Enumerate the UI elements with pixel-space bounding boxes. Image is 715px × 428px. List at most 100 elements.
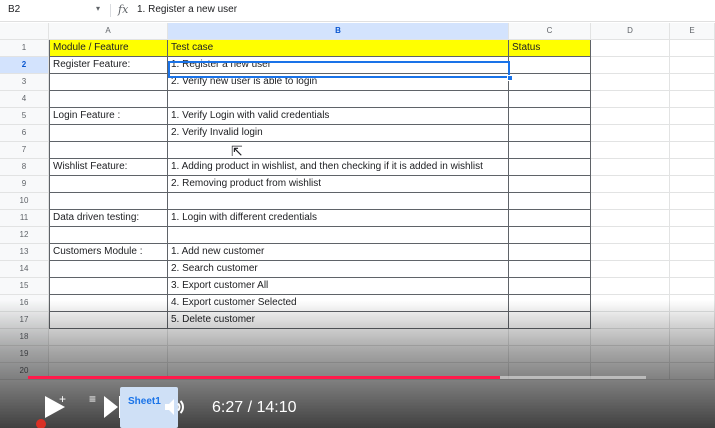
cell-d[interactable]	[591, 210, 670, 227]
cell-b[interactable]: 2. Removing product from wishlist	[168, 176, 509, 193]
cell-b[interactable]: 1. Add new customer	[168, 244, 509, 261]
cell-c[interactable]	[509, 261, 591, 278]
cell-a[interactable]	[49, 125, 168, 142]
cell-e[interactable]	[670, 193, 715, 210]
cell-b[interactable]: 3. Export customer All	[168, 278, 509, 295]
cell-a[interactable]	[49, 278, 168, 295]
cell-c[interactable]	[509, 210, 591, 227]
cell-c[interactable]	[509, 108, 591, 125]
cell-b[interactable]	[168, 193, 509, 210]
column-header-c[interactable]: C	[509, 23, 591, 40]
all-sheets-icon[interactable]: ≡	[89, 392, 96, 406]
cell-d[interactable]	[591, 278, 670, 295]
cell-e[interactable]	[670, 227, 715, 244]
column-header-a[interactable]: A	[49, 23, 168, 40]
cell-b[interactable]	[168, 227, 509, 244]
cell-c[interactable]: Status	[509, 40, 591, 57]
cell-d[interactable]	[591, 91, 670, 108]
cell-a[interactable]	[49, 91, 168, 108]
cell-e[interactable]	[670, 74, 715, 91]
column-header-b[interactable]: B	[168, 23, 509, 40]
row-number[interactable]: 4	[0, 91, 49, 108]
cell-a[interactable]: Customers Module :	[49, 244, 168, 261]
cell-c[interactable]	[509, 227, 591, 244]
cell-d[interactable]	[591, 142, 670, 159]
cell-c[interactable]	[509, 176, 591, 193]
cell-c[interactable]	[509, 74, 591, 91]
cell-e[interactable]	[670, 210, 715, 227]
cell-d[interactable]	[591, 57, 670, 74]
cell-b[interactable]: 1. Verify Login with valid credentials	[168, 108, 509, 125]
cell-b[interactable]: 1. Register a new user	[168, 57, 509, 74]
cell-b[interactable]: 2. Search customer	[168, 261, 509, 278]
cell-c[interactable]	[509, 57, 591, 74]
cell-c[interactable]	[509, 91, 591, 108]
cell-c[interactable]	[509, 244, 591, 261]
cell-e[interactable]	[670, 261, 715, 278]
cell-a[interactable]: Module / Feature	[49, 40, 168, 57]
cell-e[interactable]	[670, 176, 715, 193]
cell-d[interactable]	[591, 40, 670, 57]
cell-e[interactable]	[670, 142, 715, 159]
cell-d[interactable]	[591, 74, 670, 91]
cell-d[interactable]	[591, 125, 670, 142]
cell-e[interactable]	[670, 40, 715, 57]
cell-d[interactable]	[591, 227, 670, 244]
column-header-d[interactable]: D	[591, 23, 670, 40]
cell-c[interactable]	[509, 159, 591, 176]
cell-d[interactable]	[591, 108, 670, 125]
cell-a[interactable]	[49, 74, 168, 91]
cell-b[interactable]: 1. Login with different credentials	[168, 210, 509, 227]
row-number[interactable]: 11	[0, 210, 49, 227]
cell-b[interactable]	[168, 142, 509, 159]
cell-b[interactable]: 1. Adding product in wishlist, and then …	[168, 159, 509, 176]
row-number[interactable]: 13	[0, 244, 49, 261]
row-number[interactable]: 3	[0, 74, 49, 91]
row-number[interactable]: 15	[0, 278, 49, 295]
cell-c[interactable]	[509, 125, 591, 142]
cell-c[interactable]	[509, 193, 591, 210]
fill-handle[interactable]	[507, 75, 513, 81]
cell-c[interactable]	[509, 278, 591, 295]
cell-b[interactable]: Test case	[168, 40, 509, 57]
cell-e[interactable]	[670, 57, 715, 74]
cell-e[interactable]	[670, 91, 715, 108]
cell-b[interactable]: 2. Verify new user is able to login	[168, 74, 509, 91]
cell-e[interactable]	[670, 159, 715, 176]
cell-a[interactable]	[49, 176, 168, 193]
name-box-dropdown-icon[interactable]: ▾	[96, 4, 100, 13]
cell-e[interactable]	[670, 244, 715, 261]
row-number[interactable]: 6	[0, 125, 49, 142]
cell-b[interactable]	[168, 91, 509, 108]
volume-icon[interactable]	[162, 395, 186, 419]
row-number[interactable]: 10	[0, 193, 49, 210]
cell-a[interactable]: Data driven testing:	[49, 210, 168, 227]
cell-a[interactable]: Login Feature :	[49, 108, 168, 125]
cell-a[interactable]: Register Feature:	[49, 57, 168, 74]
cell-d[interactable]	[591, 193, 670, 210]
cell-d[interactable]	[591, 176, 670, 193]
row-number[interactable]: 12	[0, 227, 49, 244]
row-number[interactable]: 2	[0, 57, 49, 74]
row-number[interactable]: 14	[0, 261, 49, 278]
cell-a[interactable]	[49, 193, 168, 210]
cell-d[interactable]	[591, 159, 670, 176]
row-number[interactable]: 1	[0, 40, 49, 57]
cell-e[interactable]	[670, 108, 715, 125]
cell-a[interactable]: Wishlist Feature:	[49, 159, 168, 176]
cell-c[interactable]	[509, 142, 591, 159]
cell-d[interactable]	[591, 244, 670, 261]
cell-a[interactable]	[49, 261, 168, 278]
row-number[interactable]: 5	[0, 108, 49, 125]
cell-e[interactable]	[670, 278, 715, 295]
cell-d[interactable]	[591, 261, 670, 278]
formula-input[interactable]: 1. Register a new user	[137, 4, 237, 15]
cell-e[interactable]	[670, 125, 715, 142]
column-header-e[interactable]: E	[670, 23, 715, 40]
cell-b[interactable]: 2. Verify Invalid login	[168, 125, 509, 142]
row-number[interactable]: 8	[0, 159, 49, 176]
select-all-corner[interactable]	[0, 23, 49, 40]
name-box[interactable]: B2	[8, 4, 20, 15]
video-progress-bar[interactable]	[28, 376, 646, 379]
cell-a[interactable]	[49, 142, 168, 159]
